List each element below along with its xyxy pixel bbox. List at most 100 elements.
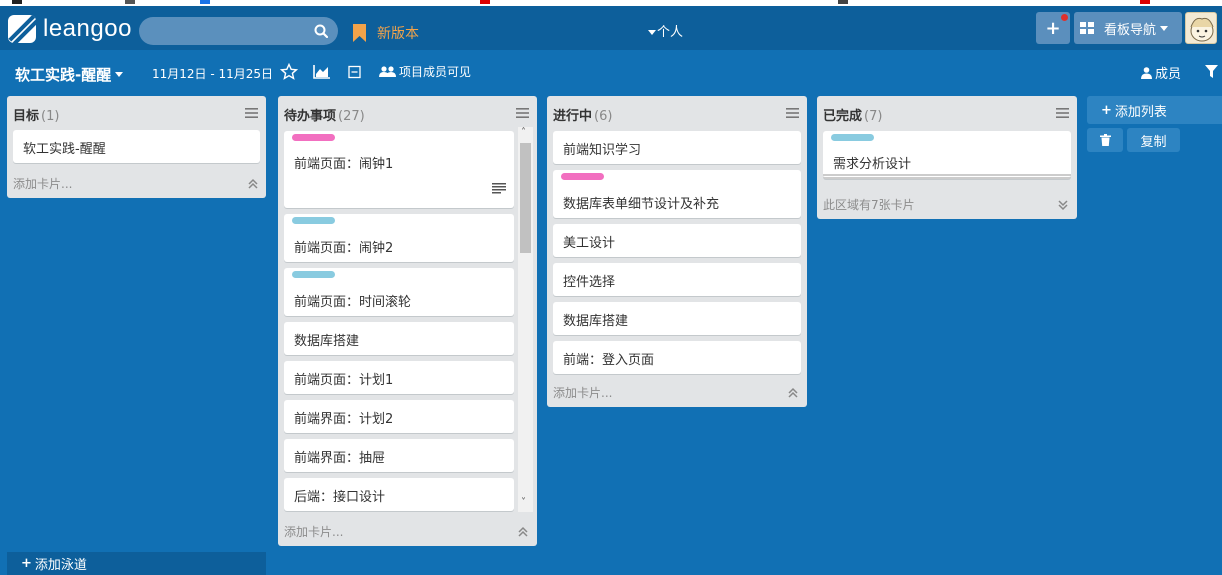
todo-scrollbar[interactable]: ˄ ˅: [518, 127, 533, 512]
list-count: (6): [594, 109, 613, 124]
card-title: 软工实践-醒醒: [23, 142, 106, 157]
add-swimlane-button[interactable]: + 添加泳道: [7, 552, 266, 575]
card[interactable]: 美工设计: [553, 224, 801, 257]
personal-label: 个人: [657, 25, 684, 40]
card-title: 前端页面：计划1: [294, 373, 394, 388]
card[interactable]: 前端知识学习: [553, 131, 801, 164]
search-icon[interactable]: [314, 24, 328, 38]
card-title: 后端：接口设计: [294, 490, 386, 505]
avatar-image: [1190, 17, 1214, 42]
notification-dot: [1061, 14, 1068, 21]
personal-dropdown[interactable]: 个人: [648, 21, 683, 40]
collapse-up-icon[interactable]: [517, 526, 529, 538]
add-button[interactable]: +: [1036, 12, 1070, 44]
sprint-date-range[interactable]: 11月12日 - 11月25日: [152, 65, 273, 82]
card[interactable]: 前端页面：计划1: [284, 361, 514, 394]
plus-icon: +: [1101, 102, 1112, 118]
delete-button[interactable]: [1087, 128, 1123, 152]
leangoo-logo-icon: [8, 15, 36, 43]
new-version-link[interactable]: 新版本: [353, 23, 419, 43]
add-card-link[interactable]: 添加卡片...: [553, 384, 612, 401]
card[interactable]: 数据库搭建: [284, 322, 514, 355]
card-label: [831, 134, 874, 141]
collapse-up-icon[interactable]: [787, 387, 799, 399]
card-title: 数据库搭建: [563, 314, 629, 329]
card[interactable]: 前端页面：闹钟1: [284, 131, 514, 208]
card[interactable]: 软工实践-醒醒: [13, 130, 260, 163]
card-title: 前端页面：闹钟2: [294, 241, 394, 256]
card[interactable]: 前端界面：计划2: [284, 400, 514, 433]
board-nav-button[interactable]: 看板导航: [1074, 12, 1182, 44]
card-label: [292, 271, 335, 278]
card-title: 需求分析设计: [833, 157, 912, 172]
collapsed-cards-info[interactable]: 此区域有7张卡片: [823, 196, 915, 213]
board-nav-label: 看板导航: [1104, 22, 1157, 38]
list-title: 待办事项 (27): [284, 109, 365, 124]
card-title: 前端界面：计划2: [294, 412, 394, 427]
card[interactable]: 控件选择: [553, 263, 801, 296]
visibility-setting[interactable]: 项目成员可见: [379, 63, 471, 80]
card[interactable]: 前端界面：抽屉: [284, 439, 514, 472]
trash-icon: [1099, 134, 1111, 146]
list-done: 已完成 (7) 需求分析设计 此区域有7张卡片: [817, 96, 1077, 219]
card[interactable]: 前端页面：闹钟2: [284, 214, 514, 262]
grid-icon: [1080, 22, 1094, 34]
copy-button[interactable]: 复制: [1127, 128, 1180, 152]
list-in-progress: 进行中 (6) 前端知识学习 数据库表单细节设计及补充 美工设计 控件选择 数据库…: [547, 96, 807, 407]
list-count: (27): [338, 109, 365, 124]
scroll-down-arrow-icon[interactable]: ˅: [521, 497, 526, 508]
card-label: [292, 217, 335, 224]
scroll-up-arrow-icon[interactable]: ˄: [521, 127, 526, 138]
list-title: 已完成 (7): [823, 109, 883, 124]
filter-icon[interactable]: [1205, 65, 1218, 79]
card-title: 美工设计: [563, 236, 616, 251]
list-menu-icon[interactable]: [786, 108, 799, 118]
card-title: 前端：登入页面: [563, 353, 655, 368]
search-box: [139, 17, 338, 45]
add-list-button[interactable]: + 添加列表: [1087, 96, 1222, 124]
card[interactable]: 数据库搭建: [553, 302, 801, 335]
add-list-label: 添加列表: [1114, 104, 1167, 120]
card-title: 前端页面：闹钟1: [294, 157, 394, 172]
list-goal: 目标 (1) 软工实践-醒醒 添加卡片...: [7, 96, 266, 198]
plus-icon: +: [21, 556, 32, 571]
logo-text: leangoo: [43, 15, 132, 42]
star-icon[interactable]: [280, 63, 298, 81]
list-header: 已完成 (7): [817, 96, 1077, 130]
caret-down-icon: [648, 30, 656, 35]
board-title: 软工实践-醒醒: [15, 66, 112, 84]
card[interactable]: 前端页面：时间滚轮: [284, 268, 514, 316]
collapse-toggle-icon[interactable]: [346, 63, 364, 81]
list-menu-icon[interactable]: [245, 108, 258, 118]
board-title-dropdown[interactable]: 软工实践-醒醒: [15, 64, 124, 85]
users-icon: [379, 66, 396, 77]
top-header: leangoo 新版本 个人 + 看板导航: [0, 6, 1222, 50]
avatar[interactable]: [1185, 12, 1217, 44]
search-input[interactable]: [139, 17, 309, 45]
chart-icon[interactable]: [313, 63, 331, 81]
list-menu-icon[interactable]: [1056, 108, 1069, 118]
card-title: 控件选择: [563, 275, 616, 290]
members-button[interactable]: 成员: [1141, 63, 1181, 82]
visibility-label: 项目成员可见: [399, 65, 472, 79]
caret-down-icon: [1160, 25, 1169, 31]
list-count: (1): [41, 109, 60, 124]
logo[interactable]: leangoo: [8, 15, 132, 43]
list-header: 待办事项 (27): [278, 96, 537, 130]
add-card-link[interactable]: 添加卡片...: [284, 523, 343, 540]
scroll-thumb[interactable]: [520, 143, 531, 253]
card-stack[interactable]: 需求分析设计: [823, 131, 1071, 179]
add-button-label: +: [1045, 17, 1061, 39]
card[interactable]: 后端：接口设计: [284, 478, 514, 511]
list-title: 目标 (1): [13, 109, 60, 124]
list-header: 进行中 (6): [547, 96, 807, 130]
expand-down-icon[interactable]: [1057, 199, 1069, 211]
collapse-up-icon[interactable]: [247, 178, 259, 190]
list-menu-icon[interactable]: [516, 108, 529, 118]
description-icon: [492, 183, 506, 194]
card[interactable]: 数据库表单细节设计及补充: [553, 170, 801, 218]
card[interactable]: 前端：登入页面: [553, 341, 801, 374]
add-card-link[interactable]: 添加卡片...: [13, 175, 72, 192]
card-label: [561, 173, 604, 180]
bookmark-icon: [353, 24, 366, 42]
